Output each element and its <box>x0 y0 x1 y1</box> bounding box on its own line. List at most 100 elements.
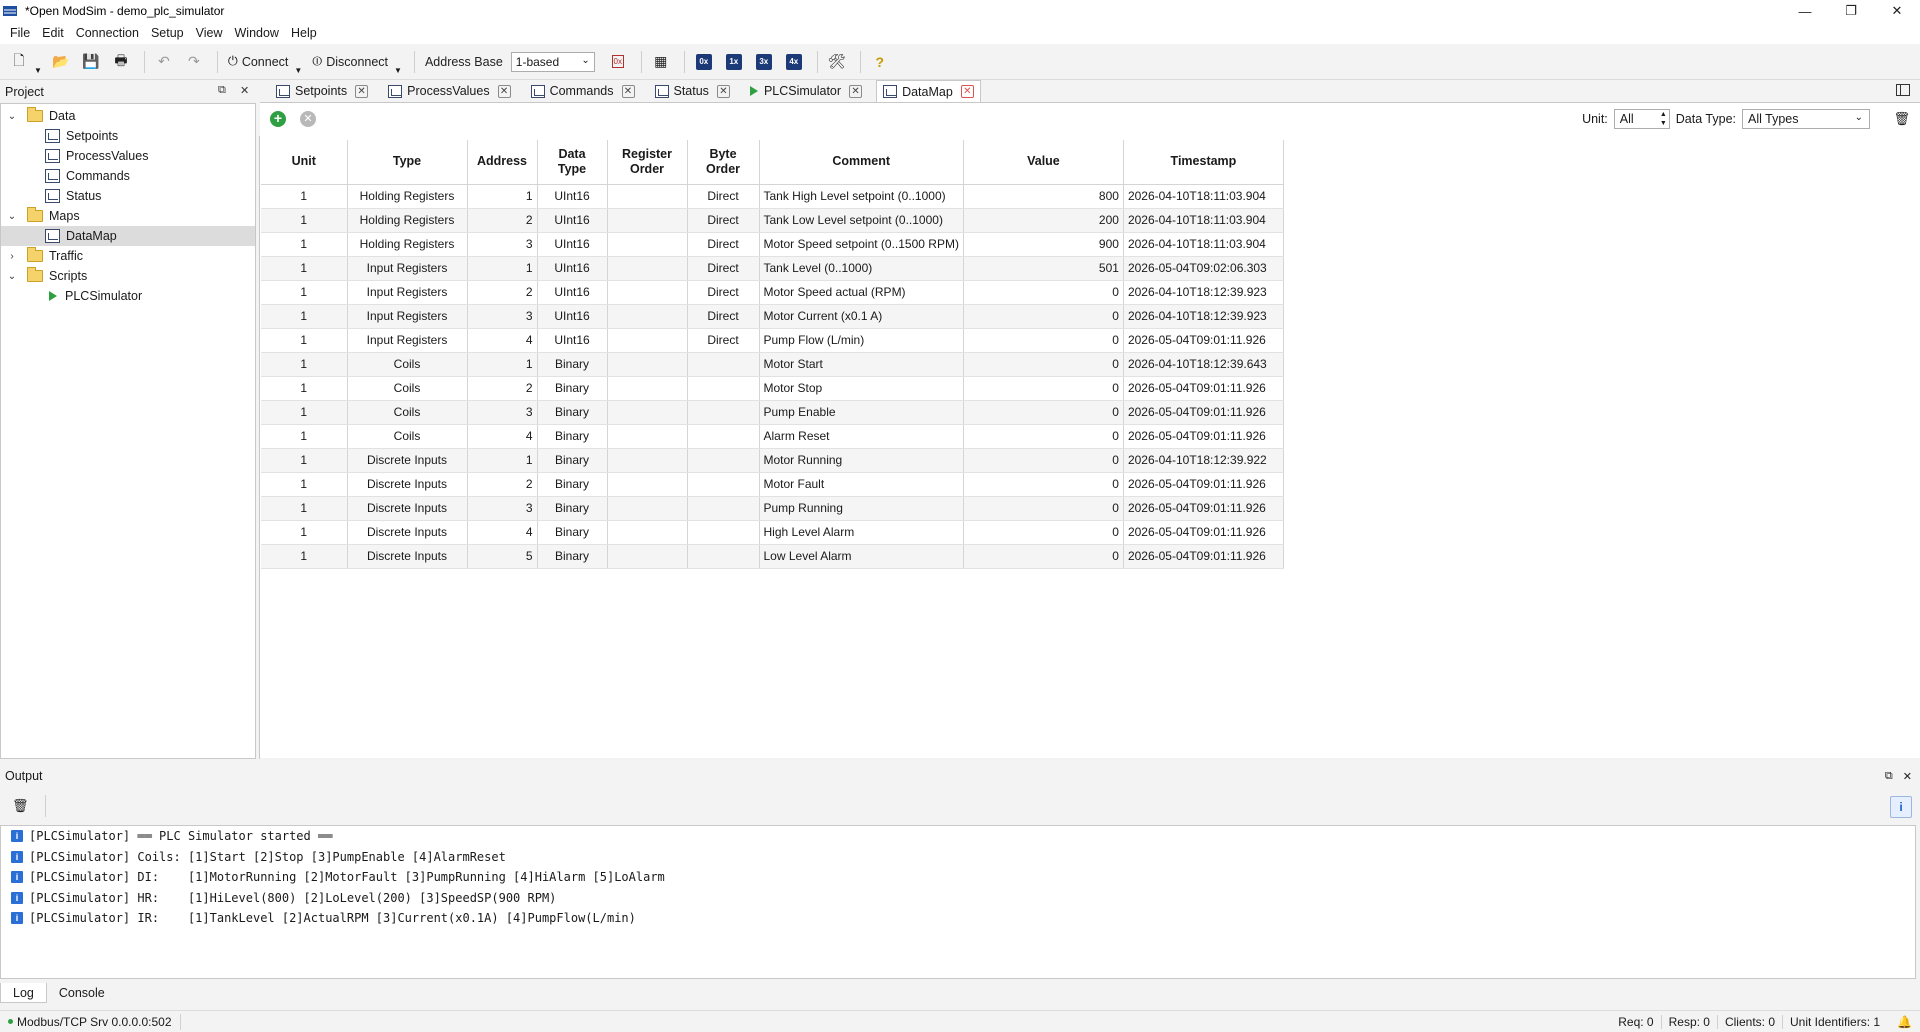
table-cell-data-type[interactable]: UInt16 <box>537 280 608 305</box>
table-cell-timestamp[interactable]: 2026-05-04T09:01:11.926 <box>1123 544 1284 569</box>
table-cell-type[interactable]: Coils <box>347 424 468 449</box>
table-row[interactable]: 1 Coils 3 Binary Pump Enable 0 2026-05-04T09:0… <box>261 400 1284 425</box>
table-cell-register-order[interactable] <box>607 544 688 569</box>
coils-register-button[interactable]: 0x <box>691 48 717 76</box>
menu-edit[interactable]: Edit <box>36 22 70 44</box>
table-cell-comment[interactable]: Pump Running <box>759 496 964 521</box>
column-header-data-type[interactable]: Data Type <box>537 140 608 185</box>
table-cell-register-order[interactable] <box>607 328 688 353</box>
remove-row-button[interactable]: ✕ <box>300 111 316 127</box>
table-cell-data-type[interactable]: Binary <box>537 472 608 497</box>
table-cell-value[interactable]: 0 <box>963 496 1124 521</box>
table-cell-register-order[interactable] <box>607 496 688 521</box>
add-row-button[interactable]: + <box>270 111 286 127</box>
hex-display-icon[interactable]: 0x <box>605 48 631 76</box>
table-cell-type[interactable]: Input Registers <box>347 280 468 305</box>
table-cell-address[interactable]: 2 <box>467 472 538 497</box>
tree-item-data[interactable]: ⌄ Data <box>1 106 255 126</box>
table-cell-value[interactable]: 0 <box>963 448 1124 473</box>
table-cell-comment[interactable]: Motor Stop <box>759 376 964 401</box>
table-cell-timestamp[interactable]: 2026-04-10T18:12:39.923 <box>1123 280 1284 305</box>
table-cell-byte-order[interactable]: Direct <box>687 280 760 305</box>
table-cell-unit[interactable]: 1 <box>261 448 348 473</box>
menu-window[interactable]: Window <box>229 22 285 44</box>
table-cell-timestamp[interactable]: 2026-04-10T18:12:39.923 <box>1123 304 1284 329</box>
table-cell-unit[interactable]: 1 <box>261 304 348 329</box>
table-cell-byte-order[interactable] <box>687 400 760 425</box>
info-filter-toggle[interactable]: i <box>1890 796 1912 818</box>
table-cell-data-type[interactable]: UInt16 <box>537 208 608 233</box>
table-cell-address[interactable]: 1 <box>467 256 538 281</box>
table-cell-timestamp[interactable]: 2026-04-10T18:12:39.922 <box>1123 448 1284 473</box>
tree-item-maps[interactable]: ⌄ Maps <box>1 206 255 226</box>
table-cell-register-order[interactable] <box>607 232 688 257</box>
table-cell-value[interactable]: 0 <box>963 328 1124 353</box>
chevron-down-icon[interactable]: ⌄ <box>5 211 19 222</box>
table-row[interactable]: 1 Input Registers 3 UInt16 Direct Motor Curre… <box>261 304 1284 329</box>
table-cell-byte-order[interactable] <box>687 496 760 521</box>
table-cell-register-order[interactable] <box>607 352 688 377</box>
table-cell-register-order[interactable] <box>607 472 688 497</box>
table-cell-byte-order[interactable] <box>687 472 760 497</box>
column-header-byte-order[interactable]: Byte Order <box>687 140 760 185</box>
table-cell-value[interactable]: 0 <box>963 352 1124 377</box>
tab-commands[interactable]: Commands ✕ <box>525 80 641 102</box>
table-row[interactable]: 1 Discrete Inputs 1 Binary Motor Running 0 202… <box>261 448 1284 473</box>
spin-arrows-icon[interactable]: ▲ ▼ <box>1660 110 1667 128</box>
column-header-register-order[interactable]: Register Order <box>607 140 688 185</box>
float-panel-icon[interactable]: ⧉ <box>218 84 226 97</box>
table-cell-value[interactable]: 0 <box>963 376 1124 401</box>
clear-log-icon[interactable]: 🗑 <box>12 798 29 814</box>
tab-processvalues[interactable]: ProcessValues ✕ <box>382 80 516 102</box>
table-cell-timestamp[interactable]: 2026-05-04T09:01:11.926 <box>1123 328 1284 353</box>
table-cell-unit[interactable]: 1 <box>261 520 348 545</box>
table-cell-register-order[interactable] <box>607 424 688 449</box>
data-type-filter-select[interactable]: All Types ⌄ <box>1742 109 1870 129</box>
table-cell-data-type[interactable]: Binary <box>537 376 608 401</box>
tree-item-datamap[interactable]: DataMap <box>1 226 255 246</box>
table-cell-comment[interactable]: Pump Flow (L/min) <box>759 328 964 353</box>
table-cell-timestamp[interactable]: 2026-04-10T18:12:39.643 <box>1123 352 1284 377</box>
table-row[interactable]: 1 Input Registers 1 UInt16 Direct Tank Level … <box>261 256 1284 281</box>
table-cell-comment[interactable]: Motor Start <box>759 352 964 377</box>
tree-item-plcsimulator[interactable]: PLCSimulator <box>1 286 255 306</box>
tree-item-traffic[interactable]: › Traffic <box>1 246 255 266</box>
table-cell-address[interactable]: 2 <box>467 208 538 233</box>
table-cell-address[interactable]: 1 <box>467 352 538 377</box>
column-header-unit[interactable]: Unit <box>261 140 348 185</box>
table-cell-data-type[interactable]: UInt16 <box>537 184 608 209</box>
column-header-timestamp[interactable]: Timestamp <box>1123 140 1284 185</box>
menu-file[interactable]: File <box>4 22 36 44</box>
table-cell-value[interactable]: 0 <box>963 472 1124 497</box>
table-cell-value[interactable]: 0 <box>963 520 1124 545</box>
table-row[interactable]: 1 Discrete Inputs 5 Binary Low Level Alarm 0 2… <box>261 544 1284 569</box>
tab-log[interactable]: Log <box>0 983 47 1003</box>
open-folder-icon[interactable]: 📂 <box>48 48 74 76</box>
table-cell-type[interactable]: Input Registers <box>347 328 468 353</box>
table-cell-comment[interactable]: Tank High Level setpoint (0..1000) <box>759 184 964 209</box>
tree-item-processvalues[interactable]: ProcessValues <box>1 146 255 166</box>
print-icon[interactable]: 🖶 <box>108 48 134 76</box>
undo-icon[interactable]: ↶ <box>151 48 177 76</box>
table-cell-register-order[interactable] <box>607 376 688 401</box>
table-cell-byte-order[interactable] <box>687 352 760 377</box>
table-cell-unit[interactable]: 1 <box>261 232 348 257</box>
table-cell-type[interactable]: Coils <box>347 400 468 425</box>
table-cell-type[interactable]: Input Registers <box>347 304 468 329</box>
table-cell-timestamp[interactable]: 2026-05-04T09:01:11.926 <box>1123 472 1284 497</box>
table-cell-comment[interactable]: Alarm Reset <box>759 424 964 449</box>
table-cell-data-type[interactable]: Binary <box>537 424 608 449</box>
tree-item-commands[interactable]: Commands <box>1 166 255 186</box>
table-cell-byte-order[interactable]: Direct <box>687 328 760 353</box>
table-cell-comment[interactable]: Motor Speed actual (RPM) <box>759 280 964 305</box>
table-cell-type[interactable]: Holding Registers <box>347 208 468 233</box>
table-cell-comment[interactable]: Motor Current (x0.1 A) <box>759 304 964 329</box>
table-cell-byte-order[interactable]: Direct <box>687 184 760 209</box>
input-registers-button[interactable]: 3x <box>751 48 777 76</box>
table-cell-data-type[interactable]: Binary <box>537 400 608 425</box>
tab-plcsimulator[interactable]: PLCSimulator ✕ <box>744 80 868 102</box>
close-window-button[interactable]: ✕ <box>1874 0 1920 22</box>
table-cell-type[interactable]: Discrete Inputs <box>347 520 468 545</box>
table-cell-comment[interactable]: Motor Running <box>759 448 964 473</box>
table-cell-data-type[interactable]: Binary <box>537 544 608 569</box>
